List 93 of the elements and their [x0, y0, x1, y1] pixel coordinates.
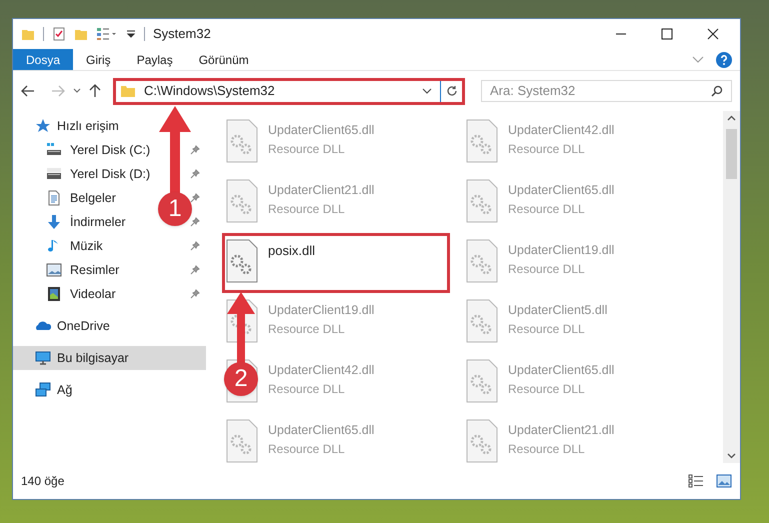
refresh-icon[interactable]: [446, 85, 458, 97]
file-type: Resource DLL: [508, 440, 586, 458]
dll-file-icon[interactable]: [226, 119, 258, 163]
scroll-down-icon[interactable]: [727, 453, 736, 459]
file-type: Resource DLL: [268, 320, 346, 338]
up-icon[interactable]: [89, 84, 101, 98]
nav-item[interactable]: Müzik: [13, 234, 111, 258]
customize-arrow-icon[interactable]: [126, 29, 136, 39]
dll-file-icon[interactable]: [466, 179, 498, 223]
ribbon-tab[interactable]: Paylaş: [124, 49, 186, 70]
help-icon[interactable]: [716, 52, 732, 68]
document-icon: [46, 190, 62, 206]
forward-icon[interactable]: [51, 85, 65, 97]
dll-file-icon[interactable]: [466, 359, 498, 403]
folder-icon: [120, 84, 136, 98]
dll-file-icon[interactable]: [226, 179, 258, 223]
file-type: Resource DLL: [268, 440, 346, 458]
file-type: Resource DLL: [508, 380, 586, 398]
properties-icon[interactable]: [52, 27, 66, 41]
back-icon[interactable]: [21, 85, 35, 97]
window-title: System32: [153, 25, 211, 44]
drive-icon: [46, 142, 62, 158]
pin-icon[interactable]: [190, 241, 200, 251]
file-name: posix.dll: [268, 242, 315, 260]
nav-item[interactable]: İndirmeler: [13, 210, 134, 234]
nav-item[interactable]: Yerel Disk (D:): [13, 162, 158, 186]
details-view-icon[interactable]: [688, 474, 704, 488]
pin-icon[interactable]: [190, 289, 200, 299]
file-name: UpdaterClient21.dll: [508, 422, 614, 439]
file-type: Resource DLL: [268, 140, 346, 158]
file-name: UpdaterClient5.dll: [508, 302, 608, 319]
star-icon: [35, 118, 51, 134]
file-name: UpdaterClient65.dll: [508, 362, 614, 379]
file-name: UpdaterClient65.dll: [268, 122, 374, 139]
ribbon-tab[interactable]: Dosya: [13, 49, 74, 70]
nav-item[interactable]: Resimler: [13, 258, 128, 282]
pin-icon[interactable]: [190, 217, 200, 227]
file-name: UpdaterClient21.dll: [268, 182, 374, 199]
ribbon-tab[interactable]: Giriş: [73, 49, 124, 70]
file-type: Resource DLL: [268, 200, 346, 218]
maximize-icon[interactable]: [661, 28, 673, 40]
nav-item[interactable]: Ağ: [13, 378, 206, 402]
search-field[interactable]: Ara: System32: [481, 80, 732, 102]
nav-item[interactable]: Belgeler: [13, 186, 124, 210]
picture-icon: [46, 262, 62, 278]
computer-icon: [35, 350, 51, 366]
pin-icon[interactable]: [190, 145, 200, 155]
dll-file-icon[interactable]: [466, 299, 498, 343]
film-icon: [46, 286, 62, 302]
drive-icon: [46, 166, 62, 182]
file-name: UpdaterClient19.dll: [268, 302, 374, 319]
search-input: Ara: System32: [490, 81, 711, 101]
search-icon: [711, 85, 723, 97]
network-icon: [35, 382, 51, 398]
item-count: 140 öğe: [21, 473, 64, 490]
file-type: Resource DLL: [508, 200, 586, 218]
dropdown-icon[interactable]: [422, 88, 432, 94]
pin-icon[interactable]: [190, 169, 200, 179]
view-menu-icon[interactable]: [96, 27, 118, 41]
nav-item[interactable]: Videolar: [13, 282, 124, 306]
pin-icon[interactable]: [190, 265, 200, 275]
address-field[interactable]: C:\Windows\System32: [113, 78, 465, 104]
file-name: UpdaterClient65.dll: [508, 182, 614, 199]
file-name: UpdaterClient65.dll: [268, 422, 374, 439]
file-type: Resource DLL: [268, 380, 346, 398]
dll-file-icon[interactable]: [466, 419, 498, 463]
expand-ribbon-icon[interactable]: [692, 56, 704, 64]
file-name: UpdaterClient19.dll: [508, 242, 614, 259]
minimize-icon[interactable]: [615, 33, 627, 35]
file-type: Resource DLL: [508, 140, 586, 158]
arrow-pointer: [226, 292, 256, 364]
address-path: C:\Windows\System32: [144, 82, 276, 100]
close-icon[interactable]: [707, 28, 719, 40]
download-icon: [46, 214, 62, 230]
dll-file-icon[interactable]: [226, 239, 258, 283]
ribbon-tab[interactable]: Görünüm: [186, 49, 262, 70]
pin-icon[interactable]: [190, 193, 200, 203]
scroll-thumb[interactable]: [726, 129, 737, 179]
file-type: Resource DLL: [508, 320, 586, 338]
nav-item[interactable]: OneDrive: [13, 314, 206, 338]
recent-locations-icon[interactable]: [73, 88, 81, 94]
dll-file-icon[interactable]: [466, 239, 498, 283]
large-icons-view-icon[interactable]: [716, 474, 732, 488]
scroll-up-icon[interactable]: [727, 115, 736, 121]
file-name: UpdaterClient42.dll: [268, 362, 374, 379]
dll-file-icon[interactable]: [466, 119, 498, 163]
scrollbar[interactable]: [723, 111, 740, 463]
file-name: UpdaterClient42.dll: [508, 122, 614, 139]
file-type: Resource DLL: [508, 260, 586, 278]
dll-file-icon[interactable]: [226, 419, 258, 463]
nav-item[interactable]: Hızlı erişim: [13, 114, 206, 138]
nav-item[interactable]: Yerel Disk (C:): [13, 138, 158, 162]
nav-item[interactable]: Bu bilgisayar: [13, 346, 206, 370]
